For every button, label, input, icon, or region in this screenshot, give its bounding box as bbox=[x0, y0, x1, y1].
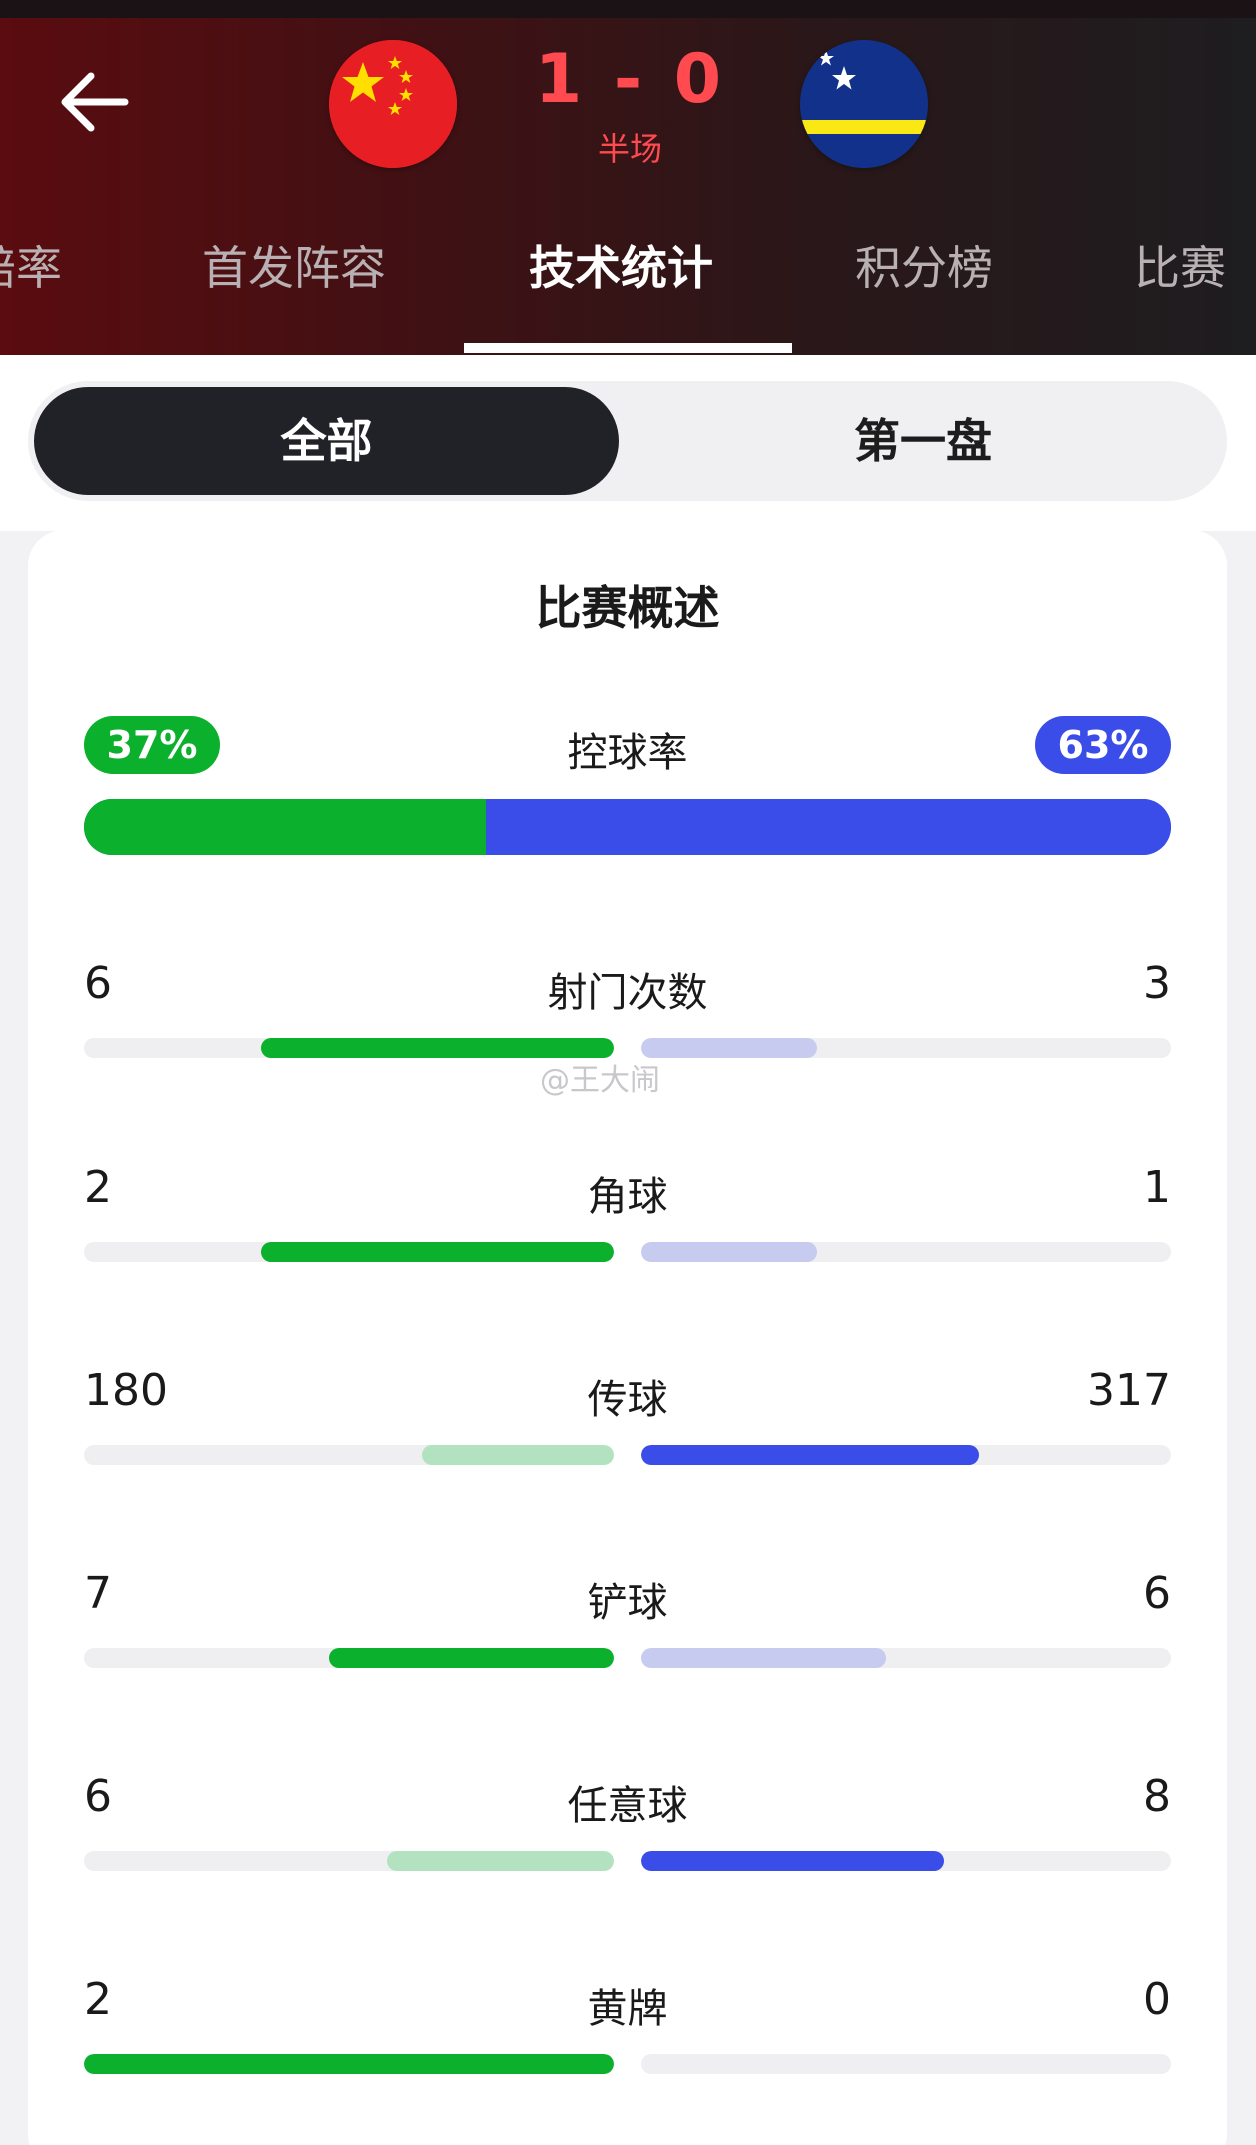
stat-away-track bbox=[641, 2054, 1171, 2074]
stat-row-free-kicks: 6 任意球 8 bbox=[28, 1771, 1227, 1891]
stat-home-fill bbox=[328, 1648, 614, 1668]
match-score: 1 - 0 bbox=[534, 40, 726, 119]
stat-away-value: 0 bbox=[1143, 1974, 1171, 2025]
stat-away-value: 3 bbox=[1143, 958, 1171, 1009]
stat-away-track bbox=[641, 1038, 1171, 1058]
possession-away-fill bbox=[486, 799, 1171, 855]
stat-away-track bbox=[641, 1851, 1171, 1871]
away-team-flag[interactable] bbox=[800, 40, 928, 168]
tab-lineups[interactable]: 首发阵容 bbox=[202, 232, 386, 298]
stat-home-track bbox=[84, 1038, 614, 1058]
stat-row-corners: 2 角球 1 bbox=[28, 1162, 1227, 1282]
match-status: 半场 bbox=[597, 130, 662, 168]
stat-home-fill bbox=[260, 1242, 614, 1262]
stat-away-fill bbox=[641, 1445, 980, 1465]
stat-home-fill bbox=[386, 1851, 614, 1871]
stat-away-value: 6 bbox=[1143, 1568, 1171, 1619]
stat-row-tackles: 7 铲球 6 bbox=[28, 1568, 1227, 1688]
possession-away-badge: 63% bbox=[1035, 716, 1171, 774]
stat-home-fill bbox=[84, 2054, 614, 2074]
stat-away-fill bbox=[641, 1242, 818, 1262]
possession-bar bbox=[84, 799, 1171, 855]
stat-label: 铲球 bbox=[587, 1580, 668, 1626]
stat-away-track bbox=[641, 1648, 1171, 1668]
stat-away-value: 8 bbox=[1143, 1771, 1171, 1822]
tab-standings[interactable]: 积分榜 bbox=[855, 232, 993, 298]
stat-label: 角球 bbox=[587, 1174, 668, 1220]
china-flag-icon bbox=[329, 40, 457, 168]
stat-away-fill bbox=[641, 1648, 886, 1668]
match-tabs: 赔率 首发阵容 技术统计 积分榜 比赛 bbox=[0, 232, 1256, 312]
stat-home-track bbox=[84, 1445, 614, 1465]
stats-card: 比赛概述 37% 控球率 63% 6 射门次数 3 2 角球 1 180 传球 … bbox=[28, 530, 1227, 2145]
period-selector: 全部 第一盘 bbox=[28, 381, 1227, 501]
possession-home-fill bbox=[84, 799, 487, 855]
stat-label: 射门次数 bbox=[547, 970, 708, 1016]
segment-all[interactable]: 全部 bbox=[34, 387, 619, 495]
stat-label: 任意球 bbox=[567, 1783, 688, 1829]
stat-home-track bbox=[84, 1851, 614, 1871]
stat-home-track bbox=[84, 1648, 614, 1668]
period-selector-area: 全部 第一盘 bbox=[0, 355, 1256, 531]
home-team-flag[interactable] bbox=[329, 40, 457, 168]
stat-away-value: 317 bbox=[1087, 1365, 1171, 1416]
stat-label: 传球 bbox=[587, 1377, 668, 1423]
stat-label: 黄牌 bbox=[587, 1986, 668, 2032]
stat-row-yellow-cards: 2 黄牌 0 bbox=[28, 1974, 1227, 2094]
stat-away-track bbox=[641, 1445, 1171, 1465]
stat-home-track bbox=[84, 1242, 614, 1262]
arrow-left-icon bbox=[61, 72, 129, 132]
watermark: @王大闹 bbox=[540, 1063, 660, 1098]
curacao-flag-icon bbox=[800, 40, 928, 168]
stat-away-fill bbox=[641, 1038, 818, 1058]
stat-away-value: 1 bbox=[1143, 1162, 1171, 1213]
card-title: 比赛概述 bbox=[535, 581, 720, 635]
stat-away-track bbox=[641, 1242, 1171, 1262]
stat-row-passes: 180 传球 317 bbox=[28, 1365, 1227, 1485]
back-button[interactable] bbox=[55, 62, 145, 142]
stat-home-track bbox=[84, 2054, 614, 2074]
stat-away-fill bbox=[641, 1851, 944, 1871]
tab-match[interactable]: 比赛 bbox=[1134, 232, 1226, 298]
tab-odds[interactable]: 赔率 bbox=[0, 232, 62, 298]
segment-first-half[interactable]: 第一盘 bbox=[628, 381, 1218, 501]
status-strip bbox=[0, 0, 1256, 18]
tab-statistics[interactable]: 技术统计 bbox=[529, 232, 713, 298]
stat-home-fill bbox=[422, 1445, 614, 1465]
match-header: 1 - 0 半场 赔率 首发阵容 技术统计 积分榜 比赛 bbox=[0, 0, 1256, 355]
active-tab-indicator bbox=[464, 343, 792, 353]
